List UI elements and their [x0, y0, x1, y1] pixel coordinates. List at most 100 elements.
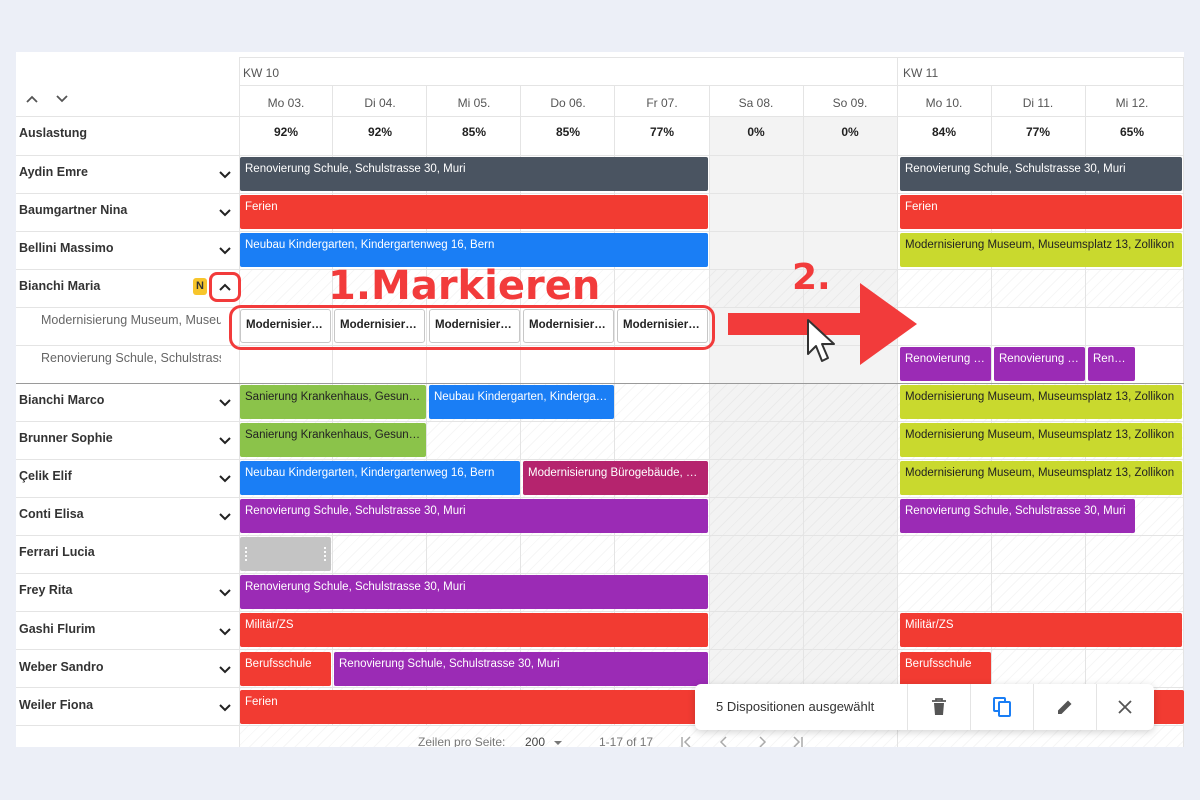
utilization-value: 0%: [841, 125, 859, 139]
dropdown-arrow-icon[interactable]: [552, 737, 564, 747]
delete-button[interactable]: [908, 684, 970, 730]
utilization-value: 92%: [367, 125, 393, 139]
assignment-bar[interactable]: Ferien: [900, 195, 1182, 229]
assignment-bar[interactable]: Militär/ZS: [900, 613, 1182, 647]
employee-name: Bianchi Marco: [19, 393, 105, 407]
edit-icon: [1058, 700, 1072, 714]
employee-name: Conti Elisa: [19, 507, 84, 521]
employee-name: Weiler Fiona: [19, 698, 94, 712]
annotation-circle-chevron: [209, 272, 241, 302]
grid-line: [16, 649, 1184, 650]
utilization-value: 65%: [1119, 125, 1145, 139]
day-label: Mo 10.: [925, 96, 963, 110]
project-subrow-name: Renovierung Schule, Schulstrasse 30, Mur…: [41, 351, 221, 365]
employee-name: Baumgartner Nina: [19, 203, 128, 217]
grid-line: [16, 459, 1184, 460]
day-label: Mi 05.: [457, 96, 491, 110]
rows-per-page-select[interactable]: 200: [525, 735, 545, 747]
annotation-step1-label: 1.Markieren: [328, 263, 601, 309]
assignment-bar[interactable]: Modernisierung Museum, Museumsplatz 13, …: [900, 385, 1182, 419]
copy-icon: [993, 697, 1011, 717]
day-label: Di 04.: [364, 96, 396, 110]
assignment-bar[interactable]: Militär/ZS: [240, 613, 708, 647]
prev-page-icon[interactable]: [716, 734, 732, 747]
grid-line: [16, 116, 1184, 117]
utilization-value: 85%: [555, 125, 581, 139]
drag-handle-icon[interactable]: [244, 546, 248, 562]
week-label: KW 11: [903, 66, 939, 80]
assignment-bar[interactable]: Berufsschule: [240, 652, 331, 686]
grid-line: [803, 85, 804, 725]
assignment-bar[interactable]: Renovierung Schule, Schulstrasse 30, Mur…: [900, 499, 1135, 533]
next-page-icon[interactable]: [754, 734, 770, 747]
grid-line: [709, 85, 710, 725]
assignment-bar[interactable]: Renovierung Schule, Schulstrasse 30, Mur…: [994, 347, 1085, 381]
sort-up-icon[interactable]: [25, 92, 39, 106]
grid-line: [16, 573, 1184, 574]
assignment-bar[interactable]: Modernisierung Museum, Museumsplatz 13, …: [900, 233, 1182, 267]
grid-line: [16, 497, 1184, 498]
assignment-bar[interactable]: Renovierung Schule, Schulstrasse 30, Mur…: [240, 575, 708, 609]
assignment-bar[interactable]: Neubau Kindergarten, Kindergartenweg 16,…: [429, 385, 614, 419]
assignment-bar[interactable]: Renovierung Schule, Schulstrasse 30, Mur…: [240, 157, 708, 191]
copy-button[interactable]: [971, 684, 1033, 730]
expand-chevron-icon[interactable]: [217, 166, 233, 182]
expand-chevron-icon[interactable]: [217, 204, 233, 220]
day-label: Do 06.: [550, 96, 586, 110]
employee-name: Aydin Emre: [19, 165, 89, 179]
assignment-bar[interactable]: Renovierung Schule, Schulstrasse 30, Mur…: [240, 499, 708, 533]
first-page-icon[interactable]: [678, 734, 694, 747]
sort-down-icon[interactable]: [55, 92, 69, 106]
assignment-bar[interactable]: Modernisierung Museum, Museumsplatz 13, …: [900, 423, 1182, 457]
expand-chevron-icon[interactable]: [217, 584, 233, 600]
assignment-bar[interactable]: Renovierung Schule, Schulstrasse 30, Mur…: [334, 652, 708, 686]
utilization-value: 0%: [747, 125, 765, 139]
expand-chevron-icon[interactable]: [217, 470, 233, 486]
grid-line: [16, 611, 1184, 612]
assignment-bar[interactable]: Sanierung Krankenhaus, Gesundheitsstrass…: [240, 423, 426, 457]
utilization-value: 92%: [273, 125, 299, 139]
assignment-bar[interactable]: Modernisierung Bürogebäude, Bürostrasse: [523, 461, 708, 495]
employee-name: Frey Rita: [19, 583, 73, 597]
assignment-bar[interactable]: Berufsschule: [900, 652, 991, 686]
grid-line: [16, 421, 1184, 422]
assignment-bar[interactable]: Modernisierung Museum, Museumsplatz 13, …: [900, 461, 1182, 495]
placeholder-bar[interactable]: [240, 537, 331, 571]
selection-toolbar: 5 Dispositionen ausgewählt: [695, 684, 1154, 730]
expand-chevron-icon[interactable]: [217, 432, 233, 448]
expand-chevron-icon[interactable]: [217, 242, 233, 258]
rows-per-page-label: Zeilen pro Seite:: [418, 735, 506, 747]
assignment-bar[interactable]: Renovierung Schule, Schulstrasse 30, Mur…: [900, 157, 1182, 191]
grid-line: [239, 57, 1184, 58]
drag-handle-icon[interactable]: [323, 546, 327, 562]
day-label: Mi 12.: [1115, 96, 1149, 110]
assignment-bar[interactable]: Renovierung Schule, Schulstrasse 30, Mur…: [1088, 347, 1135, 381]
selection-count-text: 5 Dispositionen ausgewählt: [716, 699, 875, 714]
expand-chevron-icon[interactable]: [217, 699, 233, 715]
close-icon: [1118, 700, 1132, 714]
page-range: 1-17 of 17: [599, 735, 654, 747]
grid-line: [897, 57, 898, 747]
day-label: Fr 07.: [646, 96, 678, 110]
assignment-bar[interactable]: Ferien: [240, 195, 708, 229]
day-label: Mo 03.: [267, 96, 305, 110]
edit-button[interactable]: [1034, 684, 1096, 730]
assignment-bar[interactable]: Sanierung Krankenhaus, Gesundheitsstrass…: [240, 385, 426, 419]
grid-line: [16, 231, 1184, 232]
assignment-bar[interactable]: Neubau Kindergarten, Kindergartenweg 16,…: [240, 461, 520, 495]
grid-line: [16, 193, 1184, 194]
last-page-icon[interactable]: [790, 734, 806, 747]
employee-name: Bianchi Maria: [19, 279, 101, 293]
week-label: KW 10: [243, 66, 280, 80]
grid-line: [239, 85, 1184, 86]
employee-name: Weber Sandro: [19, 660, 104, 674]
utilization-label: Auslastung: [19, 126, 88, 140]
expand-chevron-icon[interactable]: [217, 623, 233, 639]
delete-icon: [932, 698, 946, 715]
expand-chevron-icon[interactable]: [217, 508, 233, 524]
expand-chevron-icon[interactable]: [217, 394, 233, 410]
mouse-cursor-icon: [807, 319, 835, 362]
close-selection-button[interactable]: [1096, 684, 1154, 730]
utilization-value: 84%: [931, 125, 957, 139]
expand-chevron-icon[interactable]: [217, 661, 233, 677]
